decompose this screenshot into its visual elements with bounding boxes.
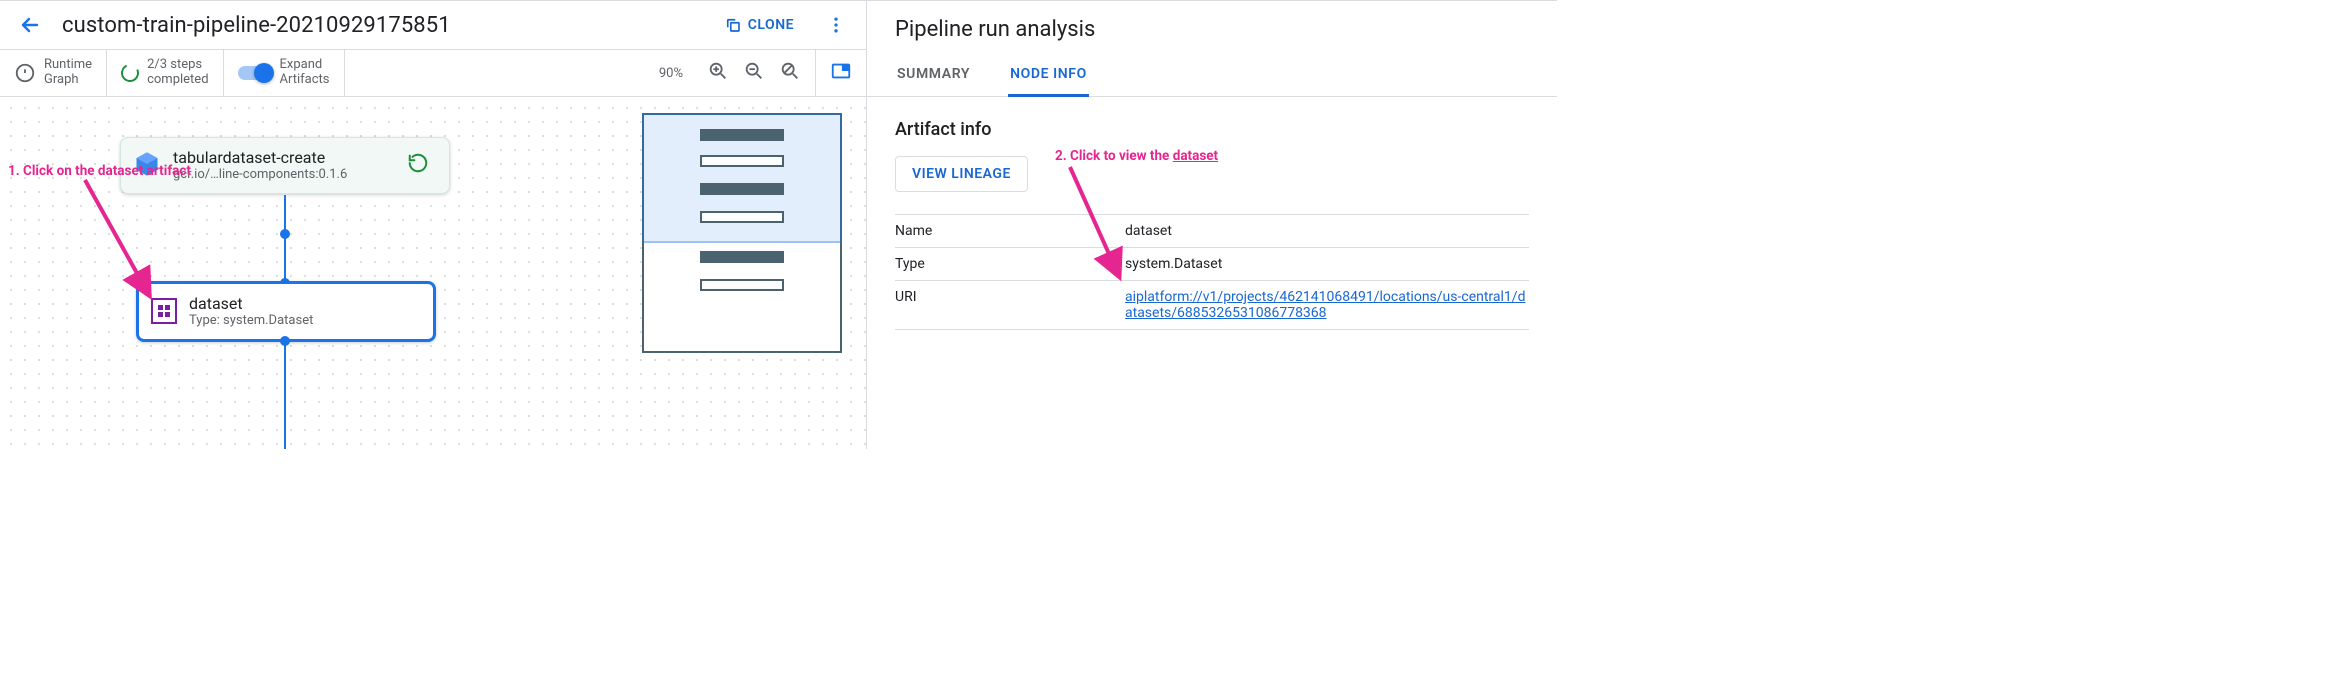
node-title: tabulardataset-create (173, 148, 387, 167)
more-menu-icon[interactable] (818, 7, 854, 43)
steps-label-2: completed (147, 73, 208, 88)
node-refresh-icon[interactable] (399, 148, 437, 183)
expand-artifacts-toggle-cell: Expand Artifacts (224, 50, 345, 96)
expand-label-1: Expand (280, 58, 330, 73)
info-row-name: Name dataset (895, 215, 1529, 248)
info-value: dataset (1125, 215, 1529, 248)
minimap-bar (700, 129, 784, 141)
side-panel-title: Pipeline run analysis (895, 17, 1529, 42)
minimap-bar (700, 211, 784, 223)
minimap[interactable] (642, 113, 842, 353)
expand-artifacts-toggle[interactable] (238, 66, 272, 80)
zoom-out-icon[interactable] (743, 60, 765, 86)
node-subtitle: gcr.io/…line-components:0.1.6 (173, 167, 387, 183)
info-value: system.Dataset (1125, 248, 1529, 281)
runtime-graph-tab[interactable]: Runtime Graph (0, 50, 107, 96)
zoom-percent: 90% (649, 66, 693, 81)
runtime-graph-label-1: Runtime (44, 58, 92, 73)
page-title: custom-train-pipeline-20210929175851 (62, 13, 451, 38)
pipeline-canvas[interactable]: tabulardataset-create gcr.io/…line-compo… (0, 97, 866, 449)
zoom-reset-icon[interactable] (779, 60, 801, 86)
edge-comp-to-artifact (284, 195, 286, 283)
edge-artifact-down (284, 341, 286, 449)
clone-button[interactable]: CLONE (714, 10, 804, 40)
tab-summary[interactable]: SUMMARY (895, 56, 972, 96)
expand-label-2: Artifacts (280, 73, 330, 88)
runtime-graph-label-2: Graph (44, 73, 92, 88)
info-row-uri: URI aiplatform://v1/projects/46214106849… (895, 281, 1529, 330)
progress-spinner-icon (119, 61, 142, 84)
tab-node-info[interactable]: NODE INFO (1008, 56, 1089, 97)
artifact-subtitle: Type: system.Dataset (189, 313, 421, 329)
steps-label-1: 2/3 steps (147, 58, 208, 73)
back-arrow-icon[interactable] (12, 7, 48, 43)
annotation-1-arrow (80, 175, 200, 315)
minimap-bar (700, 251, 784, 263)
clone-button-label: CLONE (748, 17, 794, 33)
artifact-title: dataset (189, 294, 421, 313)
annotation-2-arrow (1060, 162, 1140, 292)
zoom-in-icon[interactable] (707, 60, 729, 86)
view-lineage-button[interactable]: VIEW LINEAGE (895, 156, 1028, 192)
info-row-type: Type system.Dataset (895, 248, 1529, 281)
toggle-minimap-icon[interactable] (830, 60, 852, 86)
artifact-info-heading: Artifact info (895, 119, 1529, 140)
minimap-bar (700, 183, 784, 195)
minimap-bar (700, 279, 784, 291)
minimap-bar (700, 155, 784, 167)
edge-port-mid (280, 229, 290, 239)
steps-progress: 2/3 steps completed (107, 50, 223, 96)
uri-link[interactable]: aiplatform://v1/projects/462141068491/lo… (1125, 289, 1525, 321)
